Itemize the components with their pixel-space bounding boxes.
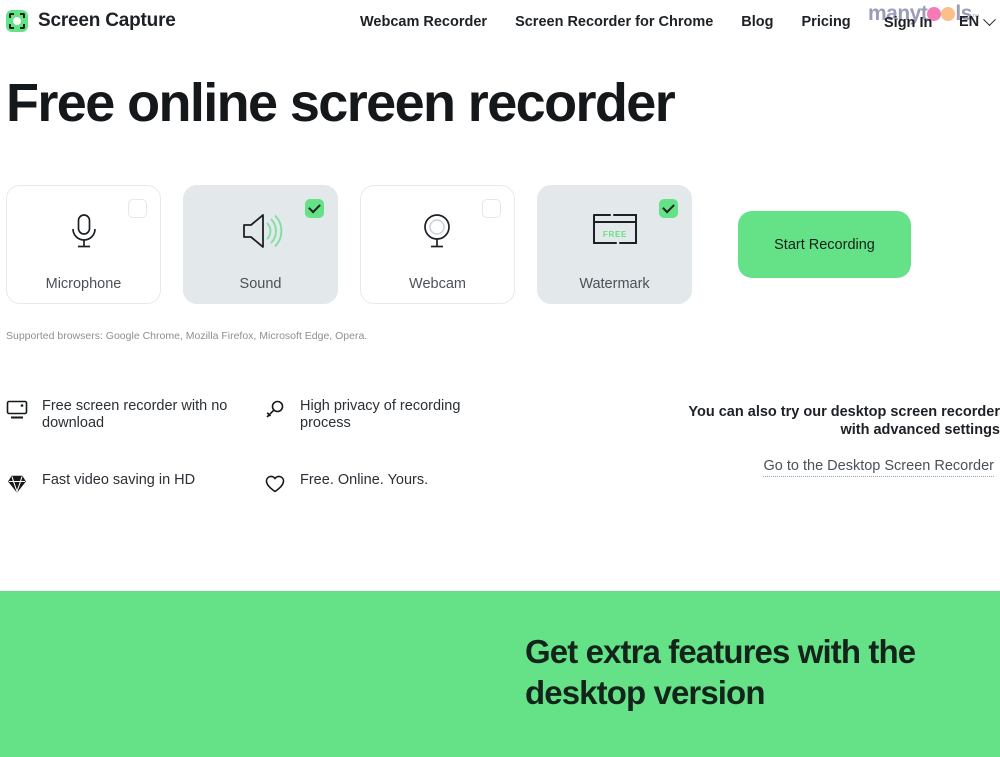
nav-item-blog[interactable]: Blog xyxy=(741,14,773,30)
keyhole-icon xyxy=(264,399,286,421)
language-label: EN xyxy=(959,14,980,30)
brand-name: Screen Capture xyxy=(38,10,176,31)
nav-item-pricing[interactable]: Pricing xyxy=(802,14,851,30)
monitor-icon xyxy=(6,399,28,421)
page-title: Free online screen recorder xyxy=(6,73,676,133)
chevron-down-icon xyxy=(983,12,997,26)
recording-options: Microphone Sound Webcam FREE Watermark S… xyxy=(6,185,911,304)
diamond-icon xyxy=(6,473,28,495)
desktop-promo-line1: You can also try our desktop screen reco… xyxy=(688,404,1000,420)
banner-title-line1: Get extra features with the xyxy=(525,633,916,670)
feature-item-fast-saving: Fast video saving in HD xyxy=(6,472,264,495)
feature-text: Free. Online. Yours. xyxy=(300,472,429,488)
option-card-webcam[interactable]: Webcam xyxy=(360,185,515,304)
svg-text:FREE: FREE xyxy=(602,230,626,239)
brand-logo[interactable]: Screen Capture xyxy=(6,10,176,32)
start-recording-button[interactable]: Start Recording xyxy=(738,211,911,278)
option-label-sound: Sound xyxy=(239,276,282,292)
feature-text: High privacy of recording process xyxy=(300,398,461,431)
option-card-watermark[interactable]: FREE Watermark xyxy=(537,185,692,304)
main-nav: Webcam Recorder Screen Recorder for Chro… xyxy=(360,14,851,30)
option-card-sound[interactable]: Sound xyxy=(183,185,338,304)
supported-browsers-note: Supported browsers: Google Chrome, Mozil… xyxy=(6,330,368,342)
nav-item-screen-recorder-chrome[interactable]: Screen Recorder for Chrome xyxy=(515,14,713,30)
speaker-icon xyxy=(184,208,337,254)
desktop-promo: You can also try our desktop screen reco… xyxy=(660,403,1000,477)
site-header: Screen Capture Webcam Recorder Screen Re… xyxy=(0,0,1000,48)
banner-title: Get extra features with the desktop vers… xyxy=(525,631,916,713)
feature-item-no-download: Free screen recorder with no download xyxy=(6,398,264,432)
desktop-promo-line2: with advanced settings xyxy=(840,422,1000,438)
option-card-microphone[interactable]: Microphone xyxy=(6,185,161,304)
feature-item-high-privacy: High privacy of recording process xyxy=(264,398,500,432)
option-label-webcam: Webcam xyxy=(409,276,466,292)
feature-item-free-online: Free. Online. Yours. xyxy=(264,472,500,495)
webcam-icon xyxy=(361,208,514,254)
sign-in-link[interactable]: Sign In xyxy=(884,15,932,31)
desktop-recorder-link[interactable]: Go to the Desktop Screen Recorder xyxy=(763,458,994,477)
desktop-version-banner: Get extra features with the desktop vers… xyxy=(0,591,1000,757)
feature-list: Free screen recorder with no download Hi… xyxy=(6,398,500,495)
banner-title-line2: desktop version xyxy=(525,674,765,711)
option-label-microphone: Microphone xyxy=(45,276,122,292)
feature-text: Fast video saving in HD xyxy=(42,472,196,488)
language-selector[interactable]: EN xyxy=(959,12,997,30)
nav-item-webcam-recorder[interactable]: Webcam Recorder xyxy=(360,14,487,30)
option-label-watermark: Watermark xyxy=(579,276,650,292)
desktop-promo-text: You can also try our desktop screen reco… xyxy=(660,403,1000,439)
manytools-circle-peach-icon xyxy=(941,7,956,21)
screen-capture-logo-icon xyxy=(6,10,28,32)
page-root: Screen Capture Webcam Recorder Screen Re… xyxy=(0,0,1000,757)
microphone-icon xyxy=(7,208,160,254)
watermark-icon: FREE xyxy=(538,208,691,250)
feature-text: Free screen recorder with no download xyxy=(42,398,228,431)
heart-icon xyxy=(264,473,286,495)
